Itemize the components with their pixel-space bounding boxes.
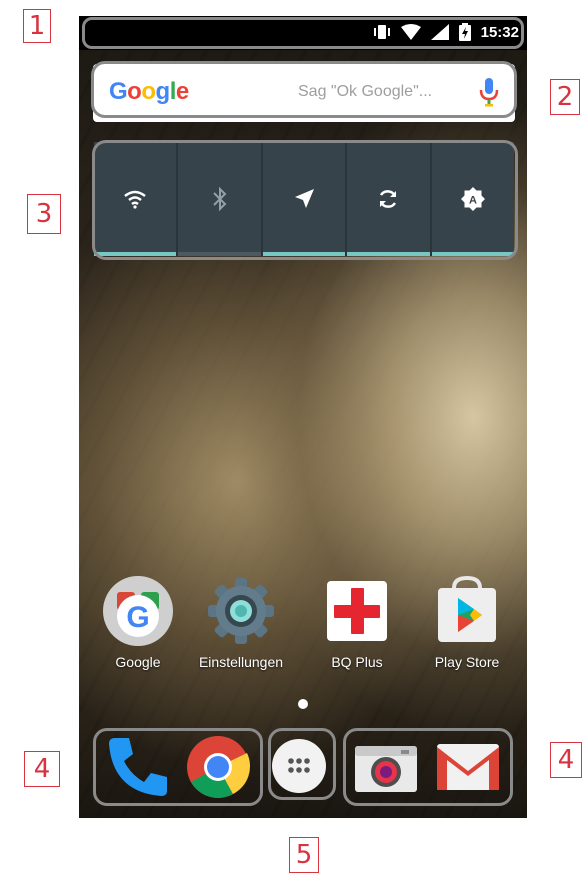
play-store-icon — [432, 575, 502, 646]
callout-1: 1 — [23, 9, 51, 43]
app-bq-plus[interactable]: BQ Plus — [307, 576, 407, 670]
callout-4-left: 4 — [24, 751, 60, 787]
app-label: Einstellungen — [198, 654, 284, 670]
callout-3: 3 — [27, 194, 61, 234]
page-indicator — [298, 699, 308, 709]
dock-left-highlight — [93, 728, 263, 806]
callout-5: 5 — [289, 837, 319, 873]
phone-screen: 15:32 Google Sag "Ok Google"... A G Goog… — [79, 16, 527, 818]
app-google[interactable]: G Google — [88, 576, 188, 670]
dock-right-highlight — [343, 728, 513, 806]
status-bar-highlight — [82, 17, 524, 49]
quick-settings-highlight — [92, 140, 518, 260]
app-label: Google — [115, 654, 161, 670]
app-label: Play Store — [434, 654, 500, 670]
app-label: BQ Plus — [331, 654, 383, 670]
search-bar-highlight — [91, 61, 517, 118]
app-play-store[interactable]: Play Store — [417, 575, 517, 670]
callout-4-right: 4 — [550, 742, 582, 778]
google-folder-icon: G — [103, 576, 173, 646]
callout-2: 2 — [550, 79, 580, 115]
svg-text:G: G — [126, 601, 149, 634]
dock-center-highlight — [268, 728, 336, 800]
app-settings[interactable]: Einstellungen — [191, 576, 291, 670]
settings-icon — [206, 576, 276, 646]
bq-plus-icon — [322, 576, 392, 646]
